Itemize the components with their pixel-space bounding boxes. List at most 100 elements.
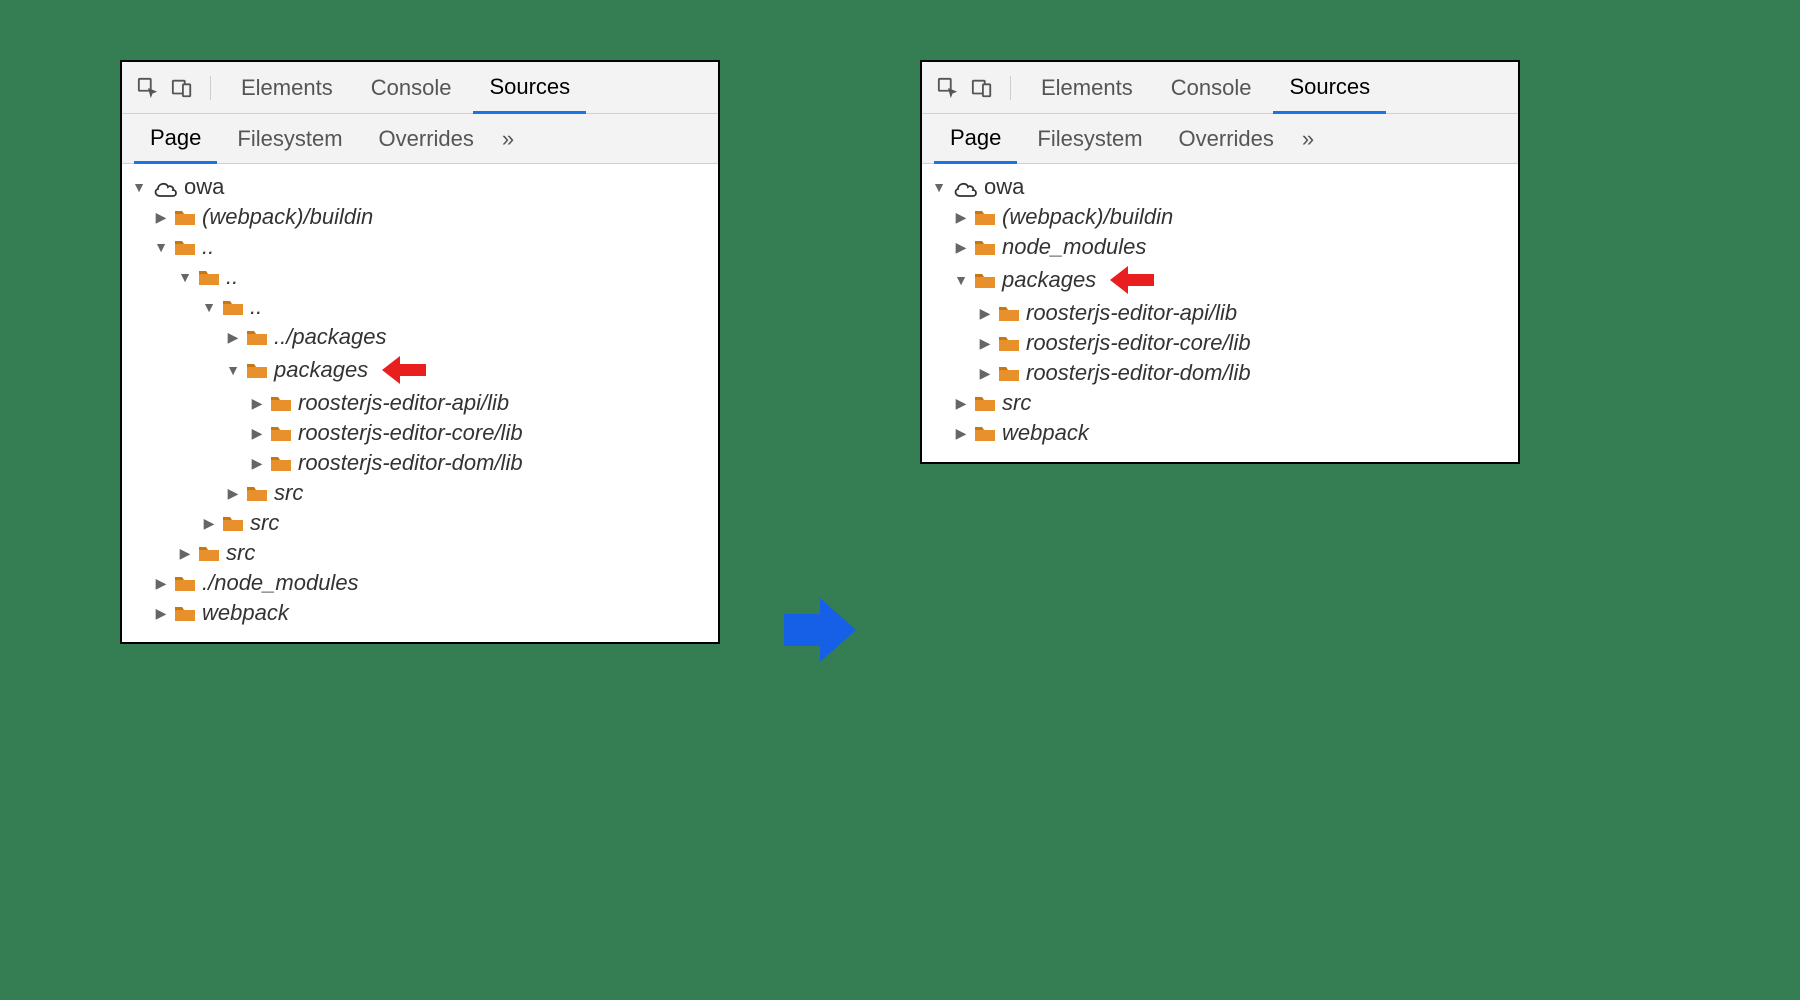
chevron-right-icon[interactable]: ▶ [978, 335, 992, 352]
chevron-right-icon[interactable]: ▶ [250, 455, 264, 472]
tree-item-label: .. [226, 264, 238, 290]
devtools-panel-right: Elements Console Sources Page Filesystem… [920, 60, 1520, 464]
tree-row[interactable]: ▶webpack [926, 418, 1514, 448]
tree-row[interactable]: ▼.. [126, 292, 714, 322]
file-tree-left: ▼owa▶(webpack)/buildin▼..▼..▼..▶../packa… [122, 164, 718, 642]
folder-icon [246, 328, 268, 346]
devtools-panel-left: Elements Console Sources Page Filesystem… [120, 60, 720, 644]
chevron-right-icon[interactable]: ▶ [154, 605, 168, 622]
tree-row[interactable]: ▼.. [126, 262, 714, 292]
folder-icon [246, 484, 268, 502]
subtab-page[interactable]: Page [934, 115, 1017, 164]
chevron-down-icon[interactable]: ▼ [202, 299, 216, 315]
folder-icon [174, 238, 196, 256]
tree-row[interactable]: ▶roosterjs-editor-dom/lib [926, 358, 1514, 388]
folder-icon [974, 271, 996, 289]
subtab-page[interactable]: Page [134, 115, 217, 164]
subtab-filesystem[interactable]: Filesystem [1021, 114, 1158, 163]
folder-icon [246, 361, 268, 379]
tree-row[interactable]: ▶ ./node_modules [126, 568, 714, 598]
tree-item-label: .. [250, 294, 262, 320]
tab-elements[interactable]: Elements [225, 62, 349, 113]
subtab-overrides[interactable]: Overrides [1163, 114, 1290, 163]
tree-row[interactable]: ▶ roosterjs-editor-core/lib [126, 418, 714, 448]
tree-row[interactable]: ▼ packages [126, 352, 714, 388]
folder-icon [222, 514, 244, 532]
highlight-arrow-icon [380, 354, 426, 386]
tree-item-label: roosterjs-editor-core/lib [298, 420, 523, 446]
tree-row[interactable]: ▼packages [926, 262, 1514, 298]
tree-row[interactable]: ▶(webpack)/buildin [126, 202, 714, 232]
device-icon[interactable] [968, 74, 996, 102]
tree-item-label: ./node_modules [202, 570, 359, 596]
tab-console[interactable]: Console [1155, 62, 1268, 113]
tree-row[interactable]: ▼.. [126, 232, 714, 262]
chevron-right-icon[interactable]: ▶ [226, 485, 240, 502]
toolbar-separator [210, 76, 211, 100]
tree-row[interactable]: ▶node_modules [926, 232, 1514, 262]
chevron-right-icon[interactable]: ▶ [978, 305, 992, 322]
device-icon[interactable] [168, 74, 196, 102]
tree-row[interactable]: ▶ src [126, 478, 714, 508]
folder-icon [974, 208, 996, 226]
folder-icon [174, 574, 196, 592]
chevron-right-icon[interactable]: ▶ [202, 515, 216, 532]
main-toolbar: Elements Console Sources [922, 62, 1518, 114]
more-tabs-icon[interactable]: » [1294, 126, 1322, 152]
chevron-down-icon[interactable]: ▼ [954, 272, 968, 288]
tree-item-label: roosterjs-editor-core/lib [1026, 330, 1251, 356]
chevron-right-icon[interactable]: ▶ [954, 425, 968, 442]
tree-row[interactable]: ▼ owa [926, 172, 1514, 202]
tab-sources[interactable]: Sources [1273, 63, 1386, 114]
folder-icon [270, 394, 292, 412]
tree-item-label: .. [202, 234, 214, 260]
tree-row[interactable]: ▶ roosterjs-editor-api/lib [126, 388, 714, 418]
chevron-right-icon[interactable]: ▶ [954, 395, 968, 412]
chevron-right-icon[interactable]: ▶ [178, 545, 192, 562]
folder-icon [198, 544, 220, 562]
toolbar-separator [1010, 76, 1011, 100]
chevron-right-icon[interactable]: ▶ [226, 329, 240, 346]
sources-subbar: Page Filesystem Overrides » [122, 114, 718, 164]
tree-row[interactable]: ▶src [126, 508, 714, 538]
chevron-down-icon[interactable]: ▼ [932, 179, 946, 195]
chevron-right-icon[interactable]: ▶ [954, 239, 968, 256]
subtab-filesystem[interactable]: Filesystem [221, 114, 358, 163]
folder-icon [222, 298, 244, 316]
tree-row[interactable]: ▶roosterjs-editor-dom/lib [126, 448, 714, 478]
subtab-overrides[interactable]: Overrides [363, 114, 490, 163]
tree-row[interactable]: ▶roosterjs-editor-api/lib [926, 298, 1514, 328]
more-tabs-icon[interactable]: » [494, 126, 522, 152]
tree-row[interactable]: ▶../packages [126, 322, 714, 352]
tab-elements[interactable]: Elements [1025, 62, 1149, 113]
tab-console[interactable]: Console [355, 62, 468, 113]
chevron-right-icon[interactable]: ▶ [954, 209, 968, 226]
tree-item-label: owa [984, 174, 1024, 200]
tree-row[interactable]: ▼ owa [126, 172, 714, 202]
chevron-down-icon[interactable]: ▼ [226, 362, 240, 378]
tree-item-label: roosterjs-editor-api/lib [298, 390, 509, 416]
tree-row[interactable]: ▶ roosterjs-editor-core/lib [926, 328, 1514, 358]
folder-icon [974, 424, 996, 442]
chevron-down-icon[interactable]: ▼ [178, 269, 192, 285]
folder-icon [198, 268, 220, 286]
inspect-icon[interactable] [934, 74, 962, 102]
folder-icon [174, 604, 196, 622]
chevron-right-icon[interactable]: ▶ [250, 425, 264, 442]
chevron-right-icon[interactable]: ▶ [250, 395, 264, 412]
inspect-icon[interactable] [134, 74, 162, 102]
tree-item-label: owa [184, 174, 224, 200]
tree-item-label: src [274, 480, 303, 506]
chevron-right-icon[interactable]: ▶ [154, 575, 168, 592]
chevron-down-icon[interactable]: ▼ [154, 239, 168, 255]
chevron-down-icon[interactable]: ▼ [132, 179, 146, 195]
tree-row[interactable]: ▶src [926, 388, 1514, 418]
tree-row[interactable]: ▶webpack [126, 598, 714, 628]
tree-item-label: packages [274, 357, 368, 383]
tree-item-label: (webpack)/buildin [1002, 204, 1173, 230]
chevron-right-icon[interactable]: ▶ [154, 209, 168, 226]
tree-row[interactable]: ▶ (webpack)/buildin [926, 202, 1514, 232]
chevron-right-icon[interactable]: ▶ [978, 365, 992, 382]
tree-row[interactable]: ▶src [126, 538, 714, 568]
tab-sources[interactable]: Sources [473, 63, 586, 114]
